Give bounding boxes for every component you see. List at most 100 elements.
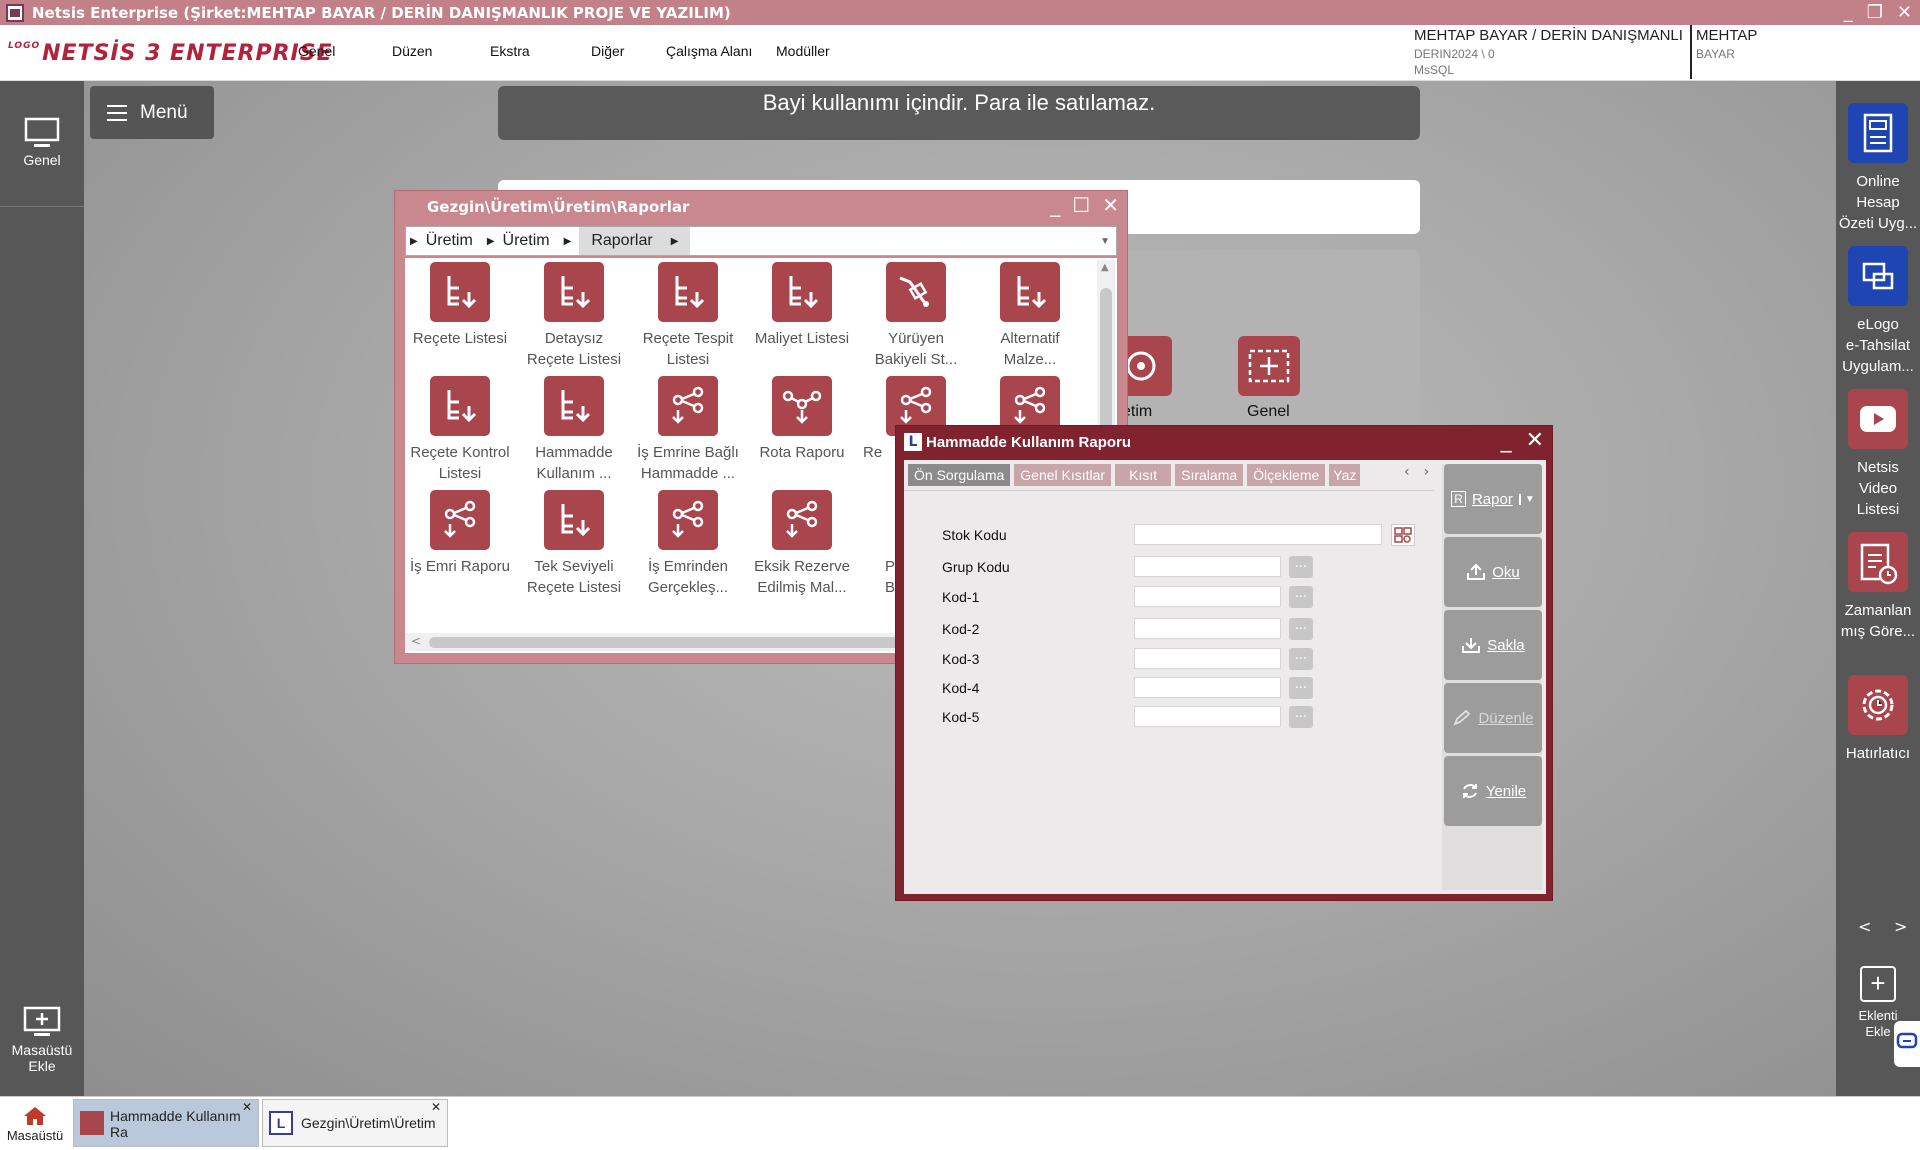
report-sheet-icon: [1848, 103, 1908, 163]
minimize-icon[interactable]: _: [1844, 0, 1853, 25]
taskbar-home[interactable]: Masaüstü: [0, 1097, 70, 1150]
report-dialog: L Hammadde Kullanım Raporu _ ✕ Ön Sorgul…: [895, 425, 1553, 901]
kod1-input[interactable]: [1134, 586, 1281, 607]
explorer-hscroll[interactable]: <: [405, 633, 915, 651]
app-icon: [6, 3, 24, 22]
kod2-lookup-button[interactable]: ...: [1289, 618, 1313, 640]
scheduled-task-icon: [1848, 532, 1908, 592]
sakla-button[interactable]: Sakla: [1444, 610, 1542, 680]
netsis-logo: LOGONETSİS 3 ENTERPRISE: [8, 41, 333, 66]
report-item[interactable]: Detaysız Reçete Listesi: [519, 262, 629, 370]
sidebar-masaustu-ekle[interactable]: Masaüstü Ekle: [0, 1005, 84, 1074]
app-title: Netsis Enterprise (Şirket:MEHTAP BAYAR /…: [32, 3, 731, 22]
oku-button[interactable]: Oku: [1444, 537, 1542, 607]
shortcut-next[interactable]: >: [1894, 917, 1907, 936]
rapor-button[interactable]: R Rapor ▼: [1444, 464, 1542, 534]
close-icon[interactable]: ✕: [1897, 0, 1912, 25]
task-close-icon[interactable]: ✕: [431, 1100, 441, 1114]
grup-kodu-lookup-button[interactable]: ...: [1289, 556, 1313, 578]
bg-module-genel[interactable]: [1238, 336, 1300, 396]
report-item[interactable]: Eksik Rezerve Edilmiş Mal...: [747, 490, 857, 598]
taskbar-task-hammadde[interactable]: Hammadde Kullanım Ra ✕: [73, 1099, 259, 1147]
shortcut-online-hesap[interactable]: Online Hesap Özeti Uyg...: [1836, 103, 1920, 234]
report-item[interactable]: Yürüyen Bakiyeli St...: [861, 262, 971, 370]
tab-olcekleme[interactable]: Ölçekleme: [1247, 464, 1326, 486]
explorer-maximize-icon[interactable]: ☐: [1072, 193, 1090, 217]
chevron-right-icon: ▶: [563, 235, 572, 247]
chat-tab[interactable]: [1894, 1021, 1920, 1067]
kod4-lookup-button[interactable]: ...: [1289, 677, 1313, 699]
report-item[interactable]: İş Emri Raporu: [405, 490, 515, 577]
route-report-icon: [772, 376, 832, 436]
menu-duzen[interactable]: Düzen: [392, 43, 432, 59]
menu-moduller[interactable]: Modüller: [776, 43, 830, 59]
tab-kisit[interactable]: Kısıt: [1115, 464, 1172, 486]
tab-genel-kisitlar[interactable]: Genel Kısıtlar: [1014, 464, 1112, 486]
tab-on-sorgulama[interactable]: Ön Sorgulama: [908, 464, 1011, 486]
kod1-lookup-button[interactable]: ...: [1289, 586, 1313, 608]
report-item[interactable]: İş Emrinden Gerçekleş...: [633, 490, 743, 598]
kod5-input[interactable]: [1134, 706, 1281, 727]
kod3-lookup-button[interactable]: ...: [1289, 648, 1313, 670]
menu-ekstra[interactable]: Ekstra: [490, 43, 530, 59]
chevron-down-icon[interactable]: ▼: [1100, 236, 1110, 247]
crumb-raporlar[interactable]: Raporlar ▶: [579, 227, 691, 255]
kod2-input[interactable]: [1134, 618, 1281, 639]
tree-report-icon: [772, 262, 832, 322]
taskbar-task-gezgin[interactable]: L Gezgin\Üretim\Üretim ✕: [262, 1099, 448, 1147]
report-item[interactable]: Reçete Kontrol Listesi: [405, 376, 515, 484]
menu-calisma-alani[interactable]: Çalışma Alanı: [666, 43, 752, 59]
tab-scroll-left-icon[interactable]: ‹: [1404, 464, 1410, 480]
kod4-input[interactable]: [1134, 677, 1281, 698]
user-company-info: MEHTAP BAYAR / DERİN DANIŞMANLI DERIN202…: [1414, 27, 1683, 77]
shortcut-netsis-video[interactable]: Netsis Video Listesi: [1836, 389, 1920, 520]
report-item[interactable]: İş Emrine Bağlı Hammadde ...: [633, 376, 743, 484]
grup-kodu-input[interactable]: [1134, 556, 1281, 577]
monitor-icon: [24, 117, 60, 147]
report-item[interactable]: Maliyet Listesi: [747, 262, 857, 349]
menu-button[interactable]: Menü: [90, 86, 214, 139]
share-report-icon: [658, 490, 718, 550]
task-close-icon[interactable]: ✕: [242, 1100, 252, 1114]
shortcut-prev[interactable]: <: [1858, 917, 1871, 936]
scroll-up-icon[interactable]: ▲: [1101, 262, 1109, 273]
sidebar-genel[interactable]: Genel: [0, 117, 84, 168]
explorer-hscroll-thumb[interactable]: [429, 637, 909, 648]
shortcut-hatirlatici[interactable]: Hatırlatıcı: [1836, 675, 1920, 764]
dialog-minimize-icon[interactable]: _: [1501, 428, 1512, 453]
tab-scroll-right-icon[interactable]: ›: [1424, 464, 1430, 480]
chevron-down-icon[interactable]: ▼: [1518, 493, 1535, 505]
crumb-uretim-2[interactable]: Üretim: [503, 232, 550, 250]
explorer-minimize-icon[interactable]: _: [1050, 193, 1060, 217]
report-item[interactable]: Alternatif Malze...: [975, 262, 1085, 370]
shortcut-zamanlanmis-gorev[interactable]: Zamanlan mış Göre...: [1836, 532, 1920, 642]
report-item[interactable]: Reçete Tespit Listesi: [633, 262, 743, 370]
shortcut-elogo-tahsilat[interactable]: eLogo e-Tahsilat Uygulam...: [1836, 246, 1920, 377]
yenile-button[interactable]: Yenile: [1444, 756, 1542, 826]
explorer-close-icon[interactable]: ✕: [1102, 193, 1119, 217]
dialog-close-icon[interactable]: ✕: [1526, 428, 1544, 453]
tab-yazici[interactable]: Yaz: [1329, 464, 1361, 486]
report-item[interactable]: Rota Raporu: [747, 376, 857, 463]
menu-diger[interactable]: Diğer: [591, 43, 624, 59]
restore-icon[interactable]: ❐: [1867, 0, 1883, 25]
scroll-left-icon[interactable]: <: [411, 634, 421, 648]
report-item[interactable]: Tek Seviyeli Reçete Listesi: [519, 490, 629, 598]
kod5-lookup-button[interactable]: ...: [1289, 706, 1313, 728]
dialog-title: Hammadde Kullanım Raporu: [926, 434, 1132, 451]
field-label: Kod-1: [942, 589, 980, 605]
stok-kodu-input[interactable]: [1134, 524, 1382, 545]
chat-icon: [1896, 1032, 1918, 1049]
duzenle-button[interactable]: Düzenle: [1444, 683, 1542, 753]
field-label: Stok Kodu: [942, 527, 1007, 543]
report-item[interactable]: Hammadde Kullanım ...: [519, 376, 629, 484]
dealer-banner: Bayi kullanımı içindir. Para ile satılam…: [498, 86, 1420, 140]
share-report-icon: [658, 376, 718, 436]
bg-module-genel-label: Genel: [1247, 403, 1290, 420]
crumb-uretim-1[interactable]: Üretim: [426, 232, 473, 250]
kod3-input[interactable]: [1134, 648, 1281, 669]
tab-siralama[interactable]: Sıralama: [1175, 464, 1244, 486]
report-item[interactable]: Reçete Listesi: [405, 262, 515, 349]
menu-genel[interactable]: Genel: [298, 43, 335, 59]
stok-lookup-button[interactable]: [1391, 524, 1415, 546]
